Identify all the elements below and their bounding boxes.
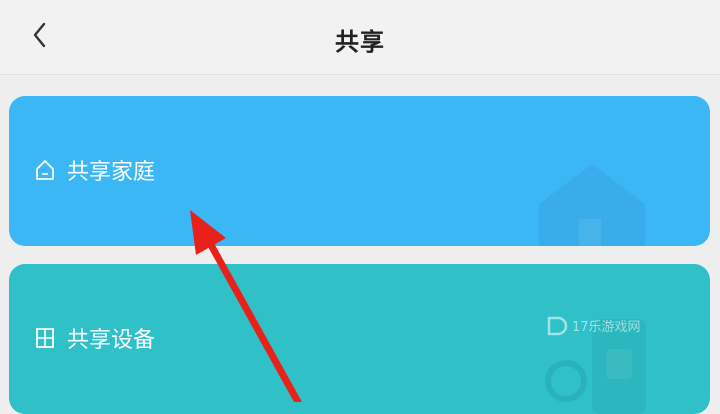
watermark-text: 17乐游戏网 bbox=[572, 319, 641, 335]
share-family-card[interactable]: 共享家庭 bbox=[9, 96, 710, 246]
share-device-card[interactable]: 共享设备 bbox=[9, 264, 710, 414]
share-device-label: 共享设备 bbox=[67, 328, 156, 353]
page-title: 共享 bbox=[335, 28, 385, 56]
top-bar: 共享 bbox=[0, 0, 720, 75]
house-icon bbox=[36, 160, 54, 180]
share-device-row: 共享设备 bbox=[35, 322, 155, 354]
watermark-logo-icon bbox=[547, 316, 568, 336]
camera-decoration-icon bbox=[545, 360, 587, 402]
device-grid-icon bbox=[36, 328, 54, 348]
share-family-row: 共享家庭 bbox=[35, 154, 155, 186]
house-decoration-icon bbox=[539, 164, 645, 246]
share-family-label: 共享家庭 bbox=[67, 160, 156, 185]
watermark: 17乐游戏网 bbox=[546, 314, 641, 336]
